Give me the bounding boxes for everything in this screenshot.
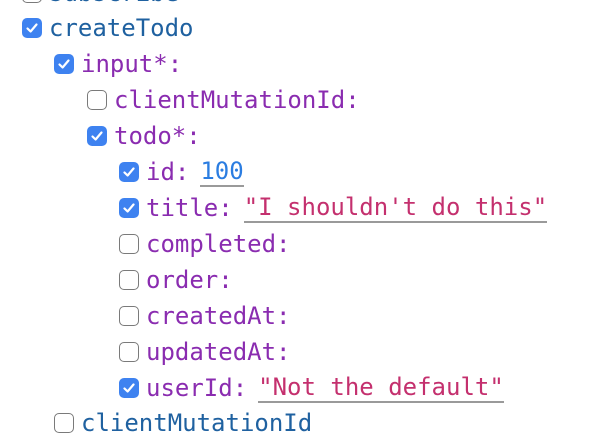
field-row-title[interactable]: title: "I shouldn't do this" [119, 190, 548, 226]
field-row-input-clientMutationId[interactable]: clientMutationId: [87, 82, 360, 118]
checkbox-checked-icon[interactable] [119, 162, 139, 182]
field-name: todo*: [114, 122, 201, 150]
field-name: input*: [81, 50, 183, 78]
field-name: id: [146, 158, 190, 186]
checkbox-checked-icon[interactable] [119, 198, 139, 218]
field-row-order[interactable]: order: [119, 262, 233, 298]
field-row-todo[interactable]: todo*: [87, 118, 201, 154]
string-value-input[interactable]: "Not the default" [258, 373, 504, 403]
field-name: subscribe [49, 0, 179, 7]
field-name: order: [146, 266, 233, 294]
field-row-input[interactable]: input*: [54, 46, 182, 82]
checkbox-unchecked-icon[interactable] [87, 90, 107, 110]
field-row-clientMutationId[interactable]: clientMutationId [54, 405, 312, 441]
field-name: createdAt: [146, 302, 291, 330]
checkbox-checked-icon[interactable] [22, 18, 42, 38]
field-name: clientMutationId: [114, 86, 360, 114]
field-name: createTodo [49, 14, 194, 42]
field-name: title: [146, 194, 233, 222]
field-name: updatedAt: [146, 338, 291, 366]
field-row-updatedAt[interactable]: updatedAt: [119, 334, 291, 370]
checkbox-checked-icon[interactable] [54, 54, 74, 74]
number-value-input[interactable]: 100 [200, 157, 244, 187]
checkbox-unchecked-icon[interactable] [119, 342, 139, 362]
checkbox-unchecked-icon[interactable] [54, 413, 74, 433]
field-row-createTodo[interactable]: createTodo [22, 10, 194, 46]
field-row-completed[interactable]: completed: [119, 226, 291, 262]
field-row-createdAt[interactable]: createdAt: [119, 298, 291, 334]
string-value-input[interactable]: "I shouldn't do this" [243, 193, 548, 223]
checkbox-unchecked-icon[interactable] [22, 0, 42, 3]
field-row-userId[interactable]: userId: "Not the default" [119, 370, 504, 406]
field-name: completed: [146, 230, 291, 258]
checkbox-unchecked-icon[interactable] [119, 270, 139, 290]
field-name: userId: [146, 374, 248, 402]
field-row-id[interactable]: id: 100 [119, 154, 244, 190]
checkbox-checked-icon[interactable] [87, 126, 107, 146]
checkbox-checked-icon[interactable] [119, 378, 139, 398]
checkbox-unchecked-icon[interactable] [119, 306, 139, 326]
checkbox-unchecked-icon[interactable] [119, 234, 139, 254]
field-name: clientMutationId [81, 409, 313, 437]
